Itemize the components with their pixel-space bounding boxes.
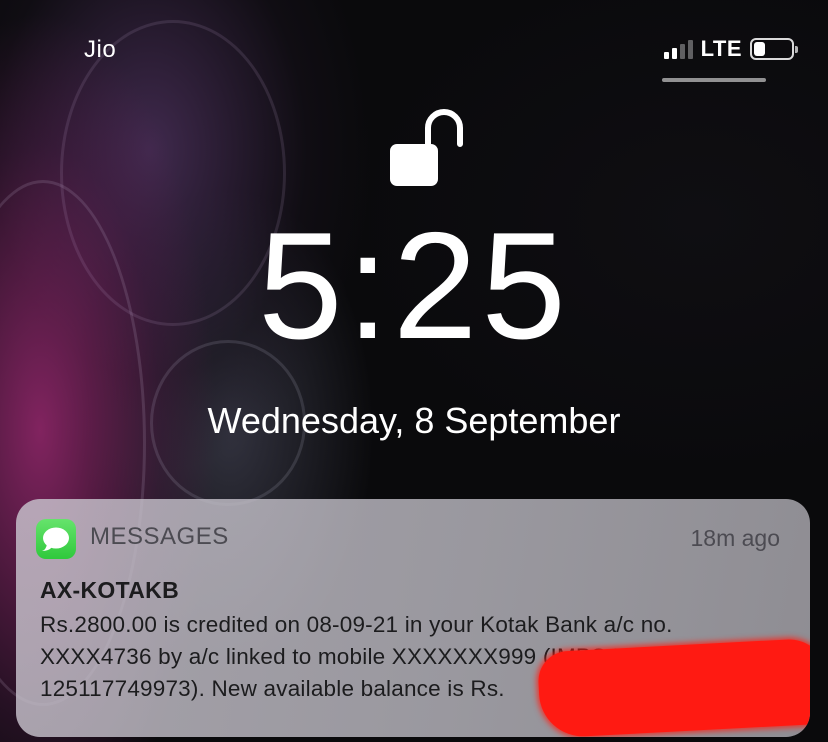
messages-bubble-icon [42,527,69,551]
battery-icon [750,38,798,60]
lock-screen: Jio LTE 5:25 Wednesday, 8 September MESS… [0,0,828,742]
lock-screen-time: 5:25 [258,201,570,371]
message-notification[interactable]: MESSAGES 18m ago AX-KOTAKB Rs.2800.00 is… [16,499,810,737]
status-indicators: LTE [663,36,798,62]
notification-sender: AX-KOTAKB [40,577,179,603]
notification-timestamp: 18m ago [690,525,780,551]
redaction-mark [536,637,810,737]
lock-screen-date: Wednesday, 8 September [207,400,621,441]
notification-app-name: MESSAGES [90,523,229,550]
control-center-grabber[interactable] [662,78,766,82]
unlocked-padlock-icon [390,109,463,186]
signal-strength-icon [663,39,693,59]
messages-app-icon [36,519,76,559]
carrier-label: Jio [84,36,117,63]
notification-body-line: Rs.2800.00 is credited on 08-09-21 in yo… [40,612,673,637]
network-type-label: LTE [700,36,742,61]
